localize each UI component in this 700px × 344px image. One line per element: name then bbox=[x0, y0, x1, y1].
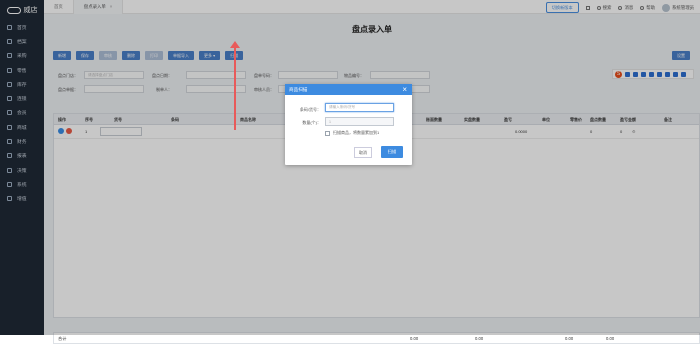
cancel-button[interactable]: 取消 bbox=[354, 147, 372, 158]
accumulate-label: 扫描商品，将数量累加到1 bbox=[333, 130, 380, 135]
qty-input[interactable]: 1 bbox=[325, 117, 394, 126]
close-icon[interactable]: × bbox=[402, 85, 407, 94]
accumulate-checkbox[interactable] bbox=[325, 130, 330, 136]
dialog-title: 商品扫描 bbox=[289, 86, 308, 92]
footer-v3: 0.00 bbox=[565, 336, 574, 341]
barcode-input[interactable]: 请输入条码/货号 bbox=[325, 103, 394, 112]
footer-label: 合计 bbox=[58, 336, 67, 341]
footer-v4: 0.00 bbox=[606, 336, 615, 341]
scan-dialog: 商品扫描 × 条码/货号： 请输入条码/货号 数量(个)： 1 扫描商品，将数量… bbox=[285, 84, 412, 165]
annotation-arrow bbox=[234, 46, 236, 130]
barcode-label: 条码/货号： bbox=[299, 107, 321, 112]
scan-button[interactable]: 扫描 bbox=[381, 146, 403, 158]
footer-v2: 0.00 bbox=[475, 336, 484, 341]
modal-overlay bbox=[0, 0, 700, 335]
accumulate-checkbox-row[interactable]: 扫描商品，将数量累加到1 bbox=[325, 130, 379, 136]
qty-label: 数量(个)： bbox=[302, 120, 321, 125]
footer-v1: 0.00 bbox=[410, 336, 419, 341]
dialog-header: 商品扫描 × bbox=[285, 84, 412, 95]
